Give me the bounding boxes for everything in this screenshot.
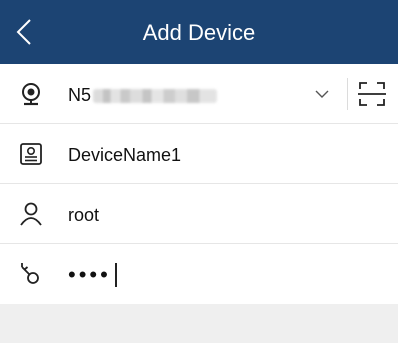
serial-number-row: N5 xyxy=(0,64,398,124)
device-id-icon xyxy=(20,143,42,165)
title-bar: Add Device xyxy=(0,0,398,64)
add-device-form: N5 DeviceName1 root •••• xyxy=(0,64,398,304)
scan-qr-icon[interactable] xyxy=(356,78,388,110)
serial-number-field[interactable]: N5 xyxy=(68,64,218,124)
divider xyxy=(347,78,348,110)
device-name-field[interactable]: DeviceName1 xyxy=(68,124,181,184)
password-value: •••• xyxy=(68,262,111,287)
page-title: Add Device xyxy=(142,20,256,45)
serial-number-value: N5 xyxy=(68,85,92,105)
serial-number-redacted xyxy=(93,89,218,104)
username-row: root xyxy=(0,184,398,244)
key-icon xyxy=(21,263,39,284)
password-row: •••• xyxy=(0,244,398,304)
text-cursor xyxy=(114,263,117,288)
chevron-down-icon[interactable] xyxy=(312,84,332,104)
camera-icon xyxy=(22,83,40,106)
device-name-row: DeviceName1 xyxy=(0,124,398,184)
password-field[interactable]: •••• xyxy=(68,244,117,304)
user-icon xyxy=(20,202,42,226)
username-field[interactable]: root xyxy=(68,184,99,244)
